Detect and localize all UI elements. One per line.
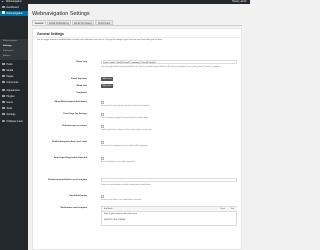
editor-tab-visual[interactable]: Visual — [220, 207, 225, 211]
reimbursement-template-input[interactable] — [101, 178, 237, 182]
users-icon — [2, 100, 5, 104]
settings-icon — [2, 112, 5, 116]
select-block-icon-button[interactable]: Select Icon — [101, 84, 113, 88]
menu-item-collapse[interactable]: Collapse menu — [0, 119, 28, 124]
portal-tag-icons-label: Portal Tag Icons — [70, 78, 87, 80]
route-slug-description: This will apply to both Front-end and Ba… — [101, 66, 222, 68]
select-portal-icon-button[interactable]: Select Icon — [101, 77, 113, 81]
section-intro: Use the toggle buttons or available fiel… — [37, 39, 163, 41]
from-page-description: Use this setting to apply the tag settin… — [101, 117, 149, 119]
email-notification-checkbox[interactable] — [101, 195, 104, 198]
show-inheritance-description: If checked, this will show the inheritan… — [101, 105, 150, 107]
email-template-editor-label: Notification email template — [60, 207, 87, 209]
menu-item-pages[interactable]: Pages — [0, 74, 28, 79]
comments-icon — [2, 80, 5, 84]
pages-icon — [2, 74, 5, 78]
section-divider — [33, 37, 242, 38]
auto-login-description: Automatically log in users after registr… — [101, 161, 136, 163]
email-template-editor[interactable]: Add Media Visual Text Here is your repor… — [101, 206, 237, 226]
route-slug-label: Route slug — [76, 61, 87, 63]
admin-menu: Dashboard Webnavigation Webnavigation Se… — [0, 4, 28, 250]
enable-level-label-description: If checked, the navigation item level la… — [101, 145, 148, 147]
section-heading: General Settings — [37, 32, 64, 36]
auto-login-checkbox[interactable] — [101, 157, 104, 160]
main-content: Webnavigation Settings General Email Not… — [28, 4, 250, 250]
show-inheritance-checkbox[interactable] — [101, 101, 104, 104]
dashboard-icon — [2, 5, 5, 9]
media-icon — [2, 68, 5, 72]
editor-toolbar: Add Media Visual Text — [102, 207, 237, 212]
relevant-tags-description: Display tags that are relevant to the co… — [101, 129, 153, 131]
webnavigation-submenu: Webnavigation Settings Extensions Addons — [0, 39, 28, 60]
submenu-item-extensions[interactable]: Extensions — [3, 50, 14, 52]
navigation-icon — [2, 11, 5, 14]
plugins-icon — [2, 94, 5, 98]
menu-item-comments[interactable]: Comments — [0, 80, 28, 85]
route-slug-input[interactable]: {terms_prefix}_{level1}-{level2}_{tagnam… — [101, 60, 237, 64]
relevant-tags-checkbox[interactable] — [101, 125, 104, 128]
relevant-tags-label: Relevant tags on content — [62, 125, 87, 127]
general-settings-panel: General Settings Use the toggle buttons … — [32, 28, 242, 250]
menu-item-users[interactable]: Users — [0, 100, 28, 105]
reimbursement-template-description: Select the email template used for reimb… — [101, 184, 152, 186]
editor-line-2: {SHORTCODE_ITEMS} — [104, 219, 126, 221]
submenu-item-settings[interactable]: Settings — [3, 45, 12, 47]
submenu-item-addons[interactable]: Addons — [3, 55, 10, 57]
submenu-item-webnavigation[interactable]: Webnavigation — [3, 40, 17, 42]
menu-item-dashboard[interactable]: Dashboard — [0, 5, 28, 10]
auto-login-label: Auto Login Registration Inherited — [53, 157, 87, 159]
show-inheritance-label: Show Webnavigation Inheritance — [54, 101, 87, 103]
email-notification-description: Send an email when a new submission is r… — [101, 199, 142, 201]
add-media-button[interactable]: Add Media — [104, 207, 113, 211]
conditions-label: Conditions — [76, 92, 87, 94]
page-title: Webnavigation Settings — [32, 11, 90, 17]
enable-level-label-checkbox[interactable] — [101, 141, 104, 144]
menu-item-tools[interactable]: Tools — [0, 106, 28, 111]
block-icon-label: Block Icon — [76, 85, 87, 87]
reimbursement-template-label: Reimbursement Email to send template — [48, 179, 87, 181]
menu-item-appearance[interactable]: Appearance — [0, 88, 28, 93]
menu-item-settings[interactable]: Settings — [0, 112, 28, 117]
appearance-icon — [2, 88, 5, 92]
menu-item-media[interactable]: Media — [0, 68, 28, 73]
tabs-divider — [32, 25, 242, 26]
from-page-label: From Page Tag Settings — [63, 113, 87, 115]
menu-item-plugins[interactable]: Plugins — [0, 94, 28, 99]
from-page-checkbox[interactable] — [101, 113, 104, 116]
menu-item-posts[interactable]: Posts — [0, 62, 28, 67]
menu-item-webnavigation[interactable]: Webnavigation — [0, 10, 28, 16]
enable-level-label-label: Enable Navigation Item Level Label — [52, 141, 87, 143]
tools-icon — [2, 106, 5, 110]
posts-icon — [2, 62, 5, 66]
editor-line-1: Here is your report on the sales team — [104, 213, 137, 215]
collapse-icon — [2, 119, 5, 123]
editor-tab-text[interactable]: Text — [231, 207, 234, 211]
email-notification-label: Email Notification — [69, 195, 87, 197]
